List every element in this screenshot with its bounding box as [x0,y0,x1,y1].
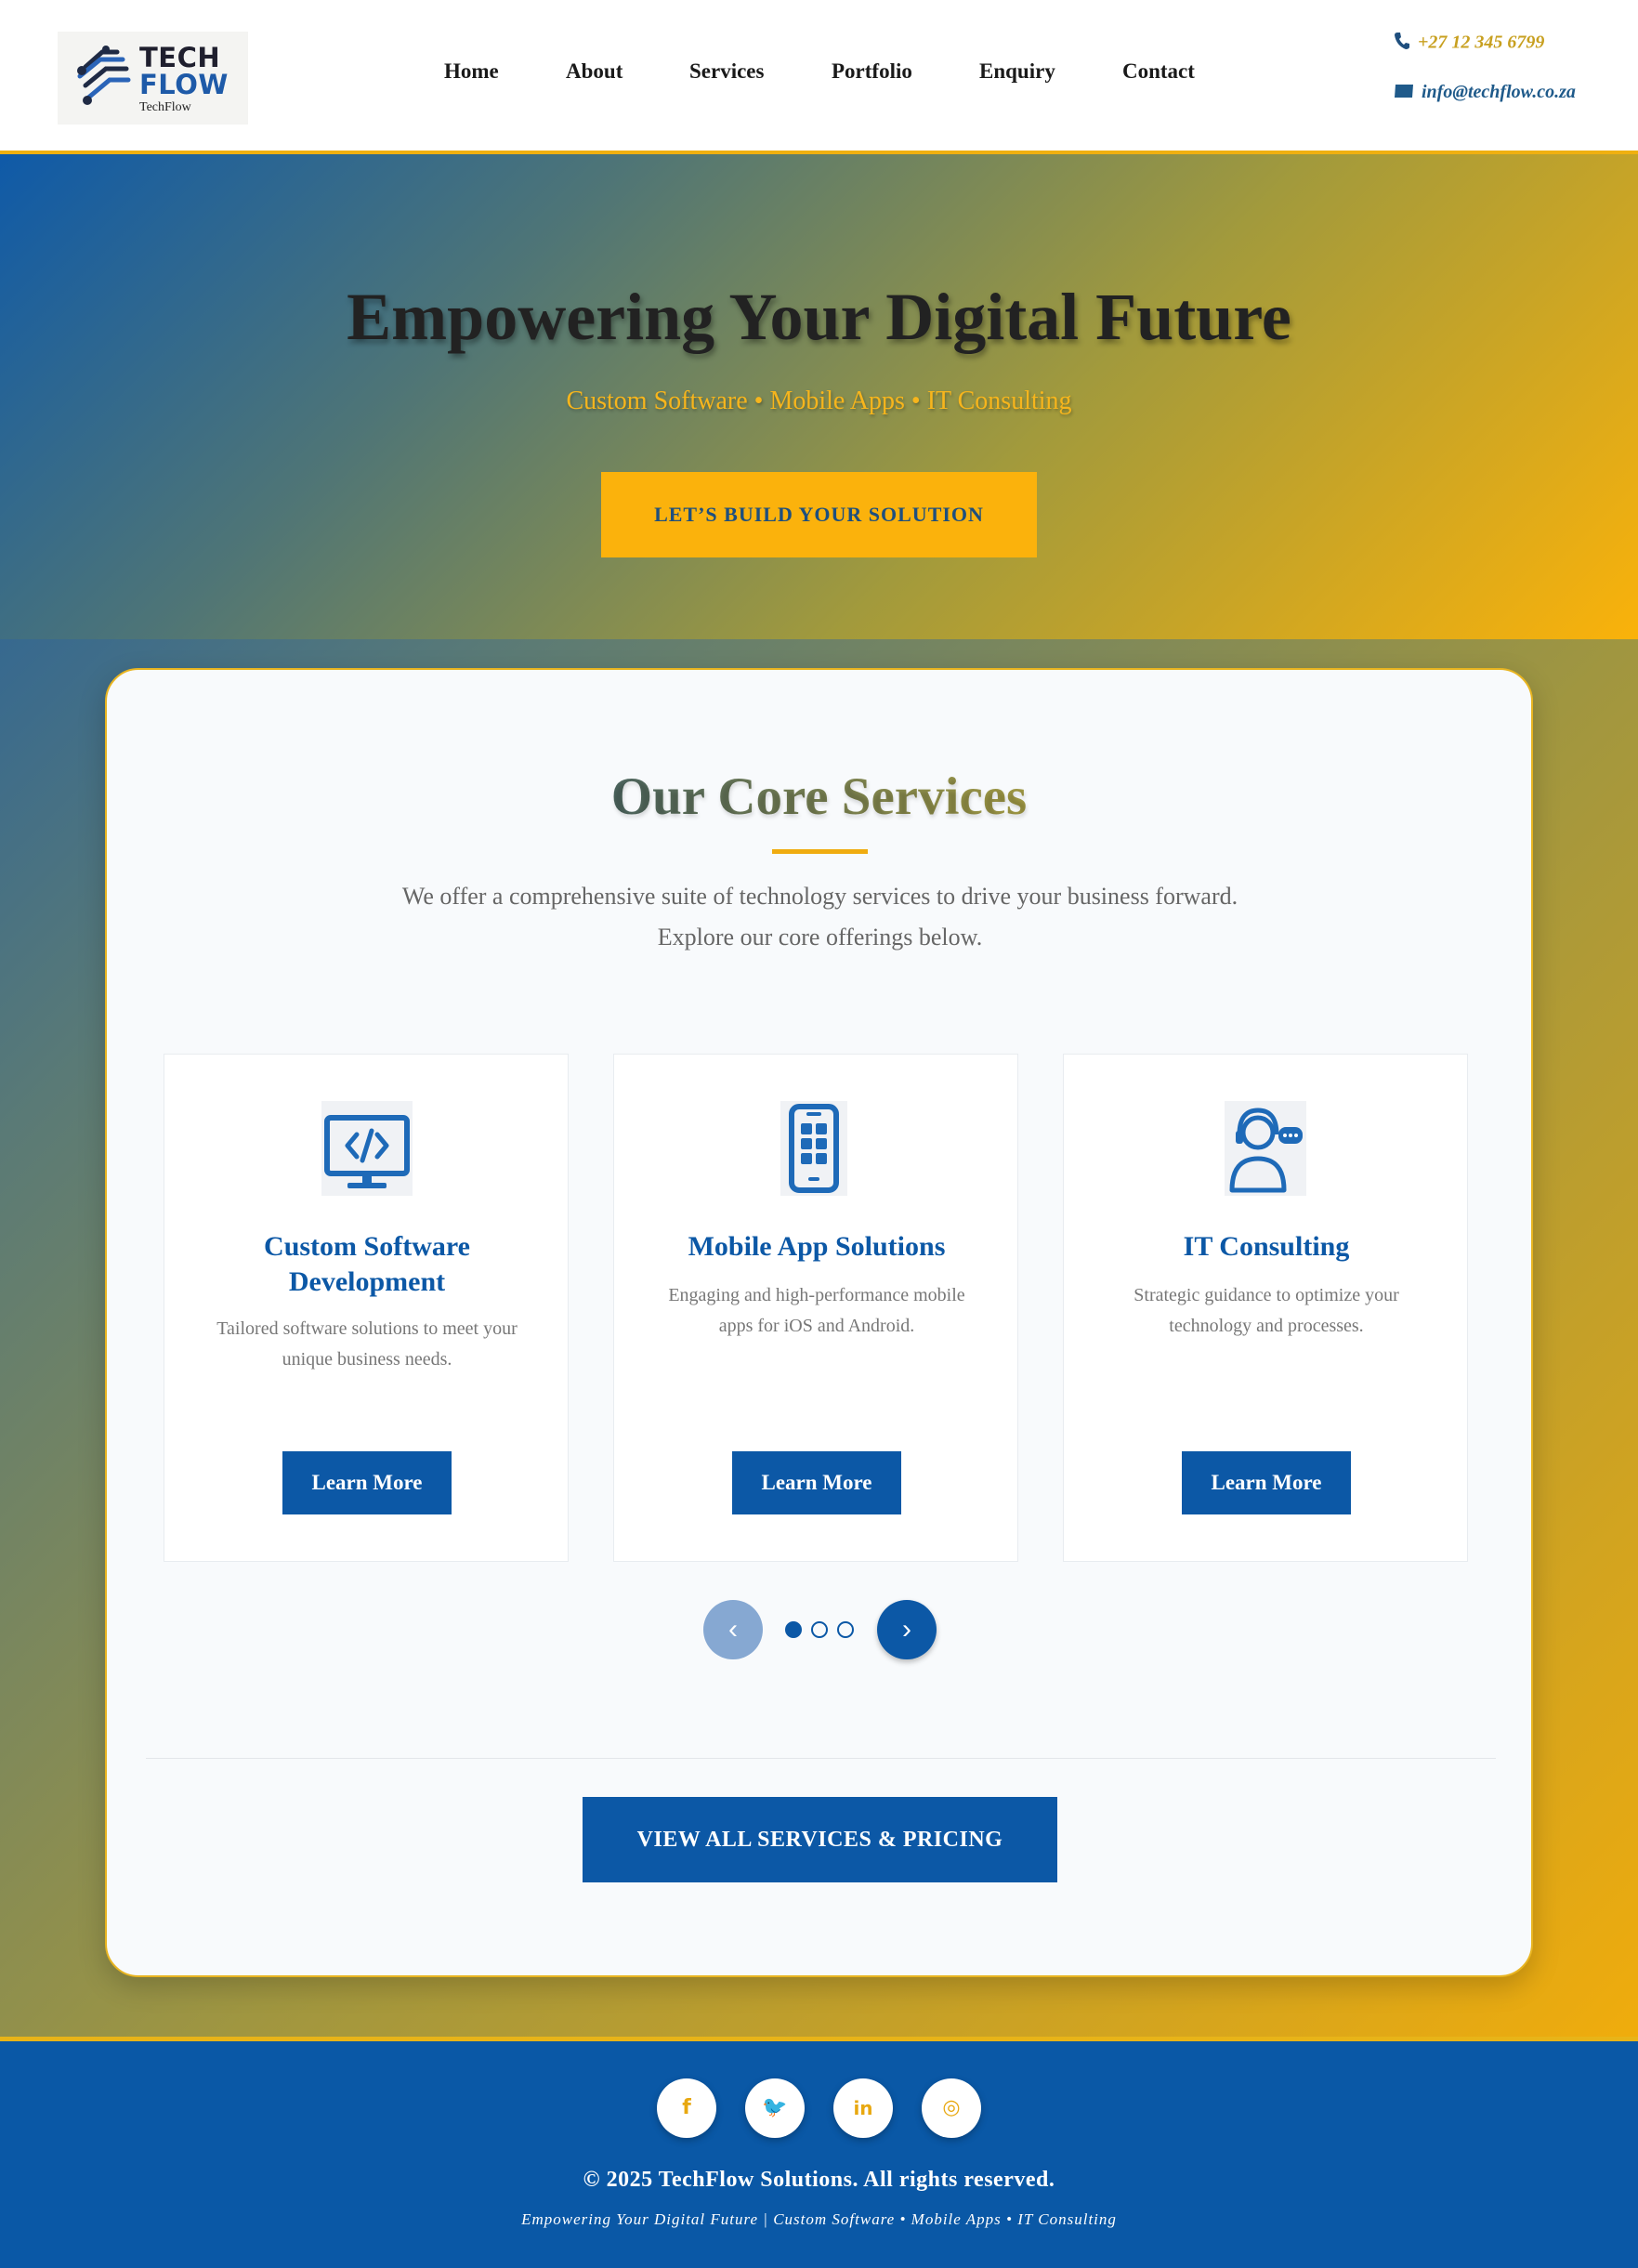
service-title-line-1: Custom Software [264,1231,470,1262]
service-title: Mobile App Solutions [688,1231,946,1262]
logo[interactable]: TECH FLOW TechFlow [58,32,248,125]
code-monitor-icon [321,1101,413,1196]
circuit-logo-icon [77,46,131,105]
site-footer: f 🐦 in ◎ © 2025 TechFlow Solutions. All … [0,2037,1638,2268]
learn-more-button[interactable]: Learn More [732,1451,901,1514]
service-desc-line-1: Engaging and high-performance mobile [668,1285,965,1305]
phone-icon [1394,32,1410,56]
service-description: Tailored software solutions to meet your… [202,1314,532,1375]
mobile-phone-icon [780,1101,847,1196]
service-desc-line-2: unique business needs. [282,1349,452,1370]
service-card-software: Custom Software Development Tailored sof… [164,1054,569,1562]
view-all-services-button[interactable]: VIEW ALL SERVICES & PRICING [583,1797,1057,1882]
title-underline [772,849,868,854]
carousel-dot-1[interactable] [785,1621,802,1638]
services-card: Our Core Services We offer a comprehensi… [105,668,1533,1977]
learn-more-button[interactable]: Learn More [282,1451,452,1514]
build-solution-button[interactable]: LET’S BUILD YOUR SOLUTION [601,472,1037,557]
nav-about[interactable]: About [566,59,622,84]
hero-title: Empowering Your Digital Future [347,280,1291,354]
nav-contact[interactable]: Contact [1122,59,1195,84]
facebook-icon[interactable]: f [657,2078,716,2138]
email-address: info@techflow.co.za [1422,82,1576,102]
section-description: We offer a comprehensive suite of techno… [386,876,1254,958]
service-desc-line-1: Tailored software solutions to meet your [216,1318,518,1339]
site-header: TECH FLOW TechFlow Home About Services P… [0,0,1638,154]
card-divider [146,1758,1496,1759]
service-title: IT Consulting [1183,1231,1350,1262]
consultant-headset-icon [1225,1101,1306,1196]
service-title-line-2: Development [288,1266,446,1297]
twitter-icon[interactable]: 🐦 [745,2078,805,2138]
service-card-consulting: IT Consulting Strategic guidance to opti… [1063,1054,1468,1562]
section-title: Our Core Services [107,767,1531,827]
copyright-text: © 2025 TechFlow Solutions. All rights re… [583,2168,1055,2192]
logo-text-flow: FLOW [139,69,229,100]
nav-services[interactable]: Services [689,59,764,84]
contact-phone[interactable]: +27 12 345 6799 [1394,32,1544,56]
contact-email[interactable]: info@techflow.co.za [1394,82,1576,104]
service-description: Strategic guidance to optimize your tech… [1101,1280,1432,1342]
logo-subtitle: TechFlow [139,100,191,114]
service-description: Engaging and high-performance mobile app… [651,1280,982,1342]
learn-more-button[interactable]: Learn More [1182,1451,1351,1514]
instagram-icon[interactable]: ◎ [922,2078,981,2138]
description-line-1: We offer a comprehensive suite of techno… [401,883,1238,910]
service-card-mobile: Mobile App Solutions Engaging and high-p… [613,1054,1018,1562]
envelope-icon [1394,83,1414,104]
nav-enquiry[interactable]: Enquiry [979,59,1055,84]
service-desc-line-2: technology and processes. [1169,1316,1364,1336]
section-title-text: Our Core Services [610,767,1028,826]
footer-tagline: Empowering Your Digital Future | Custom … [521,2210,1117,2228]
carousel-dot-2[interactable] [811,1621,828,1638]
logo-text-tech: TECH [139,42,221,73]
carousel-next-button[interactable]: › [877,1600,937,1659]
service-desc-line-1: Strategic guidance to optimize your [1133,1285,1399,1305]
service-desc-line-2: apps for iOS and Android. [718,1316,915,1336]
service-title: Custom Software Development [183,1229,551,1300]
linkedin-icon[interactable]: in [833,2078,893,2138]
carousel-dot-3[interactable] [837,1621,854,1638]
phone-number: +27 12 345 6799 [1418,32,1545,53]
nav-portfolio[interactable]: Portfolio [832,59,912,84]
carousel-prev-button[interactable]: ‹ [703,1600,763,1659]
description-line-2: Explore our core offerings below. [657,924,983,950]
nav-home[interactable]: Home [444,59,499,84]
hero-subtitle: Custom Software • Mobile Apps • IT Consu… [566,387,1072,415]
